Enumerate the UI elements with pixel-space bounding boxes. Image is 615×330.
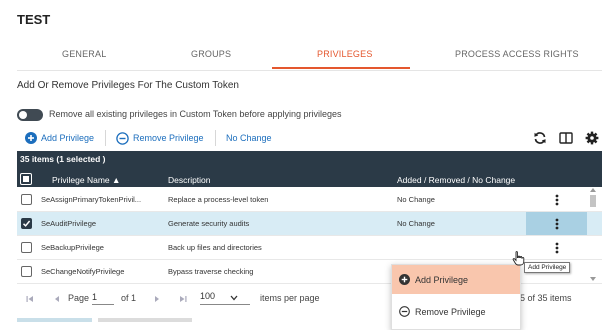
- privilege-name-cell: SeBackupPrivilege: [41, 243, 104, 252]
- items-per-page-select[interactable]: 100: [200, 291, 250, 305]
- plus-circle-icon: [399, 274, 410, 285]
- row-actions-button[interactable]: [526, 236, 587, 259]
- tab-general[interactable]: GENERAL: [62, 49, 106, 59]
- no-change-button[interactable]: No Change: [226, 128, 272, 148]
- description-cell: Bypass traverse checking: [168, 267, 254, 276]
- selection-summary: 35 items (1 selected ): [20, 154, 106, 164]
- grid-scrollbar[interactable]: [589, 187, 597, 282]
- description-cell: Generate security audits: [168, 219, 250, 228]
- remove-all-toggle-label: Remove all existing privileges in Custom…: [49, 109, 342, 119]
- bottom-button-primary[interactable]: [17, 318, 92, 322]
- table-row[interactable]: SeAssignPrimaryTokenPrivil... Replace a …: [17, 188, 602, 212]
- items-per-page-value: 100: [200, 291, 216, 301]
- minus-circle-icon: [399, 306, 410, 317]
- items-per-page-label: items per page: [260, 293, 320, 303]
- first-page-icon[interactable]: [26, 295, 34, 303]
- bottom-button-secondary[interactable]: [98, 318, 192, 322]
- remove-privilege-label: Remove Privilege: [133, 133, 204, 143]
- tab-bar: GENERAL GROUPS PRIVILEGES PROCESS ACCESS…: [17, 42, 602, 71]
- status-cell: No Change: [397, 195, 435, 204]
- remove-privilege-button[interactable]: Remove Privilege: [116, 128, 204, 148]
- tab-privileges[interactable]: PRIVILEGES: [317, 49, 373, 59]
- next-page-icon[interactable]: [154, 295, 160, 303]
- minus-circle-icon: [116, 131, 129, 145]
- description-cell: Back up files and directories: [168, 243, 262, 252]
- table-row[interactable]: SeAuditPrivilege Generate security audit…: [17, 212, 602, 236]
- row-checkbox[interactable]: [21, 194, 32, 205]
- select-all-indeterminate-mark: [23, 176, 29, 182]
- row-checkbox[interactable]: [21, 266, 32, 277]
- plus-circle-icon: [25, 132, 37, 144]
- tab-groups[interactable]: GROUPS: [191, 49, 231, 59]
- kebab-icon: [555, 194, 558, 205]
- status-cell: No Change: [397, 219, 435, 228]
- grid-header: 35 items (1 selected ) Privilege Name ▲ …: [17, 151, 602, 187]
- checkmark-icon: [22, 220, 31, 227]
- toolbar: Add Privilege Remove Privilege No Change: [17, 128, 602, 148]
- refresh-icon[interactable]: [533, 129, 547, 147]
- last-page-icon[interactable]: [179, 295, 187, 303]
- columns-icon[interactable]: [559, 129, 573, 147]
- column-header-description[interactable]: Description: [168, 175, 211, 185]
- description-cell: Replace a process-level token: [168, 195, 269, 204]
- menu-item-add-privilege[interactable]: Add Privilege: [392, 265, 520, 294]
- page-count-label: of 1: [121, 293, 137, 303]
- add-privilege-label: Add Privilege: [41, 133, 95, 143]
- window-title: TEST: [17, 12, 51, 27]
- menu-remove-label: Remove Privilege: [415, 306, 486, 317]
- privilege-name-cell: SeAuditPrivilege: [41, 219, 97, 228]
- privilege-name-cell: SeChangeNotifyPrivilege: [41, 267, 125, 276]
- previous-page-icon[interactable]: [54, 295, 60, 303]
- chevron-down-icon: [230, 295, 238, 301]
- menu-add-label: Add Privilege: [415, 274, 469, 285]
- row-checkbox[interactable]: [21, 242, 32, 253]
- kebab-icon: [555, 218, 558, 229]
- kebab-icon: [555, 242, 558, 253]
- row-checkbox[interactable]: [21, 218, 32, 229]
- remove-all-toggle[interactable]: [17, 109, 43, 121]
- column-header-status[interactable]: Added / Removed / No Change: [397, 175, 515, 185]
- toolbar-divider: [105, 130, 106, 146]
- page-label: Page: [68, 293, 90, 303]
- add-privilege-button[interactable]: Add Privilege: [25, 128, 94, 148]
- active-tab-indicator: [272, 67, 410, 69]
- toolbar-divider: [215, 130, 216, 146]
- page-number-input[interactable]: 1: [92, 291, 114, 305]
- select-all-checkbox[interactable]: [20, 173, 32, 185]
- bottom-button-bar: [17, 318, 197, 322]
- row-context-menu: Add Privilege Remove Privilege: [391, 264, 521, 330]
- section-heading: Add Or Remove Privileges For The Custom …: [17, 80, 239, 91]
- gear-icon[interactable]: [585, 129, 599, 147]
- toggle-knob: [19, 111, 27, 119]
- tooltip: Add Privilege: [524, 262, 571, 273]
- privilege-name-cell: SeAssignPrimaryTokenPrivil...: [41, 195, 142, 204]
- tab-process-access-rights[interactable]: PROCESS ACCESS RIGHTS: [455, 49, 579, 59]
- row-actions-button[interactable]: [526, 188, 587, 211]
- row-actions-button[interactable]: [526, 212, 587, 235]
- column-header-privilege-name[interactable]: Privilege Name ▲: [52, 175, 120, 185]
